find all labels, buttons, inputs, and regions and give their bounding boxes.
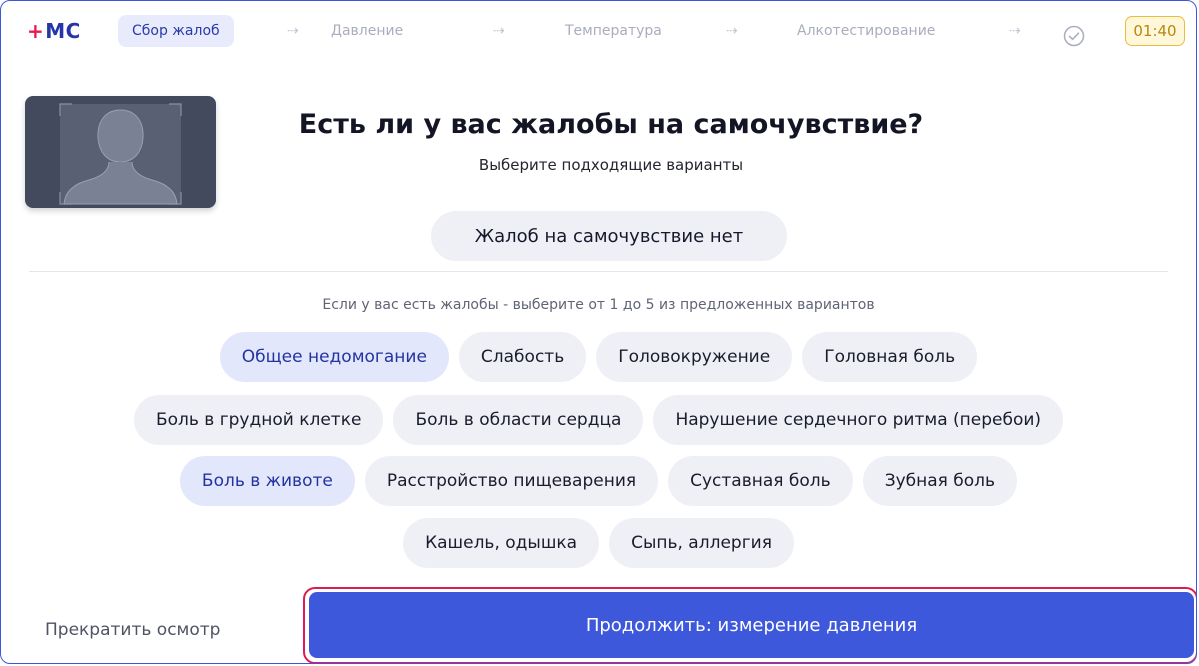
step-alcotest: Алкотестирование	[797, 23, 936, 39]
chip-heart-rhythm[interactable]: Нарушение сердечного ритма (перебои)	[653, 395, 1064, 445]
logo-text: МС	[45, 19, 81, 43]
check-circle-icon	[1063, 25, 1085, 47]
app-window: +МС Сбор жалоб ⇢ Давление ⇢ Температура …	[0, 0, 1197, 664]
camera-preview	[25, 96, 216, 208]
divider	[29, 271, 1168, 272]
timer: 01:40	[1125, 16, 1185, 46]
continue-button[interactable]: Продолжить: измерение давления	[309, 592, 1194, 658]
question-subtitle: Выберите подходящие варианты	[478, 156, 744, 174]
chip-row: Кашель, одышка Сыпь, аллергия	[1, 518, 1196, 568]
arrow-icon: ⇢	[287, 23, 299, 39]
chip-weakness[interactable]: Слабость	[458, 332, 587, 382]
chip-indigestion[interactable]: Расстройство пищеварения	[364, 456, 659, 506]
chip-row: Боль в грудной клетке Боль в области сер…	[1, 395, 1196, 445]
chip-chest-pain[interactable]: Боль в грудной клетке	[133, 395, 384, 445]
chip-cough[interactable]: Кашель, одышка	[403, 518, 600, 568]
chip-general-malaise[interactable]: Общее недомогание	[219, 332, 449, 382]
chip-row: Общее недомогание Слабость Головокружени…	[1, 332, 1196, 382]
chip-joint-pain[interactable]: Суставная боль	[668, 456, 853, 506]
step-pressure: Давление	[331, 23, 404, 39]
no-complaints-button[interactable]: Жалоб на самочувствие нет	[431, 211, 787, 261]
chip-abdominal-pain[interactable]: Боль в животе	[179, 456, 355, 506]
chip-heart-pain[interactable]: Боль в области сердца	[393, 395, 644, 445]
chip-dizziness[interactable]: Головокружение	[596, 332, 793, 382]
arrow-icon: ⇢	[726, 23, 738, 39]
chip-headache[interactable]: Головная боль	[802, 332, 978, 382]
logo: +МС	[27, 19, 81, 43]
arrow-icon: ⇢	[493, 23, 505, 39]
selection-hint: Если у вас есть жалобы - выберите от 1 д…	[322, 297, 875, 313]
stop-exam-button[interactable]: Прекратить осмотр	[45, 620, 220, 640]
logo-plus: +	[27, 19, 45, 43]
person-silhouette-icon	[59, 103, 182, 205]
chip-rash[interactable]: Сыпь, аллергия	[609, 518, 794, 568]
header: +МС Сбор жалоб ⇢ Давление ⇢ Температура …	[1, 1, 1196, 61]
chip-toothache[interactable]: Зубная боль	[862, 456, 1018, 506]
arrow-icon: ⇢	[1009, 23, 1021, 39]
step-temperature: Температура	[565, 23, 662, 39]
chip-row: Боль в животе Расстройство пищеварения С…	[1, 456, 1196, 506]
question-title: Есть ли у вас жалобы на самочувствие?	[298, 109, 924, 140]
step-complaints: Сбор жалоб	[118, 15, 234, 47]
